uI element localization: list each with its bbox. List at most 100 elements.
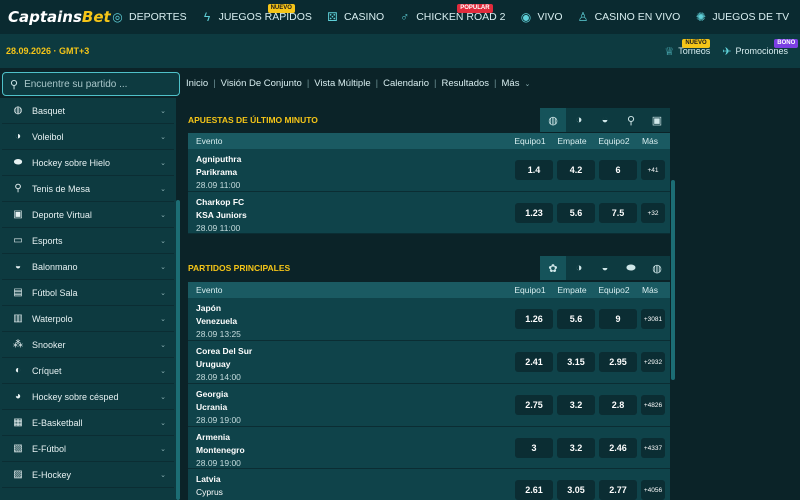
- volleyball-icon[interactable]: ◒: [592, 256, 618, 280]
- nav-deportes[interactable]: ◎ DEPORTES: [104, 0, 194, 34]
- odd-team2[interactable]: 2.46: [599, 438, 637, 458]
- nav-juegos-de-tv[interactable]: ✺ JUEGOS DE TV: [687, 0, 796, 34]
- chevron-down-icon: ⌄: [160, 419, 166, 427]
- sidebar-item-waterpolo[interactable]: ▥ Waterpolo ⌄: [2, 306, 174, 332]
- crumb-vista-multiple[interactable]: Vista Múltiple: [314, 78, 370, 89]
- odd-team2[interactable]: 2.8: [599, 395, 637, 415]
- sidebar-item-esports[interactable]: ▭ Esports ⌄: [2, 228, 174, 254]
- puck-icon[interactable]: ⬬: [618, 256, 644, 280]
- tennis-icon[interactable]: ◍: [644, 256, 670, 280]
- volleyball-icon[interactable]: ◒: [592, 108, 618, 132]
- sidebar-item-label: Esports: [32, 235, 63, 246]
- team-home: Japón: [196, 303, 222, 313]
- odd-draw[interactable]: 4.2: [557, 160, 595, 180]
- odd-draw[interactable]: 3.2: [557, 395, 595, 415]
- sidebar-item-snooker[interactable]: ⁂ Snooker ⌄: [2, 332, 174, 358]
- odd-draw[interactable]: 5.6: [557, 203, 595, 223]
- sidebar-item-tenis-mesa[interactable]: ⚲ Tenis de Mesa ⌄: [2, 176, 174, 202]
- odd-team1[interactable]: 3: [515, 438, 553, 458]
- chevron-down-icon[interactable]: ⌄: [524, 80, 530, 88]
- odd-team1[interactable]: 1.4: [515, 160, 553, 180]
- basketball-icon[interactable]: ◍: [540, 108, 566, 132]
- table-row[interactable]: Latvia Cyprus 2.61 3.05 2.77 +4056: [188, 469, 670, 500]
- tournaments-link[interactable]: ♕ Torneos NUEVO: [664, 38, 711, 58]
- brand-logo[interactable]: CaptainsBet: [8, 8, 111, 26]
- crumb-separator: |: [306, 78, 310, 89]
- virtual-icon[interactable]: ▣: [644, 108, 670, 132]
- odd-team1[interactable]: 2.61: [515, 480, 553, 500]
- crumb-calendario[interactable]: Calendario: [383, 78, 429, 89]
- team-home: Agniputhra: [196, 154, 242, 164]
- sidebar-item-label: Deporte Virtual: [32, 209, 92, 220]
- tournaments-label: Torneos: [678, 46, 711, 56]
- odd-draw[interactable]: 3.05: [557, 480, 595, 500]
- sidebar-item-basquet[interactable]: ◍ Basquet ⌄: [2, 98, 174, 124]
- table-row[interactable]: Georgia Ucrania 28.09 19:00 2.75 3.2 2.8…: [188, 384, 670, 427]
- nav-chicken-road[interactable]: ♂ CHICKEN ROAD 2 POPULAR: [391, 0, 512, 34]
- odd-draw[interactable]: 3.15: [557, 352, 595, 372]
- crumb-inicio[interactable]: Inicio: [186, 78, 208, 89]
- nav-label: JUEGOS DE TV: [712, 11, 790, 23]
- dice-icon: ⚄: [327, 9, 338, 24]
- odd-team2[interactable]: 2.77: [599, 480, 637, 500]
- crumb-vision-de-conjunto[interactable]: Visión De Conjunto: [221, 78, 302, 89]
- table-row[interactable]: Japón Venezuela 28.09 13:25 1.26 5.6 9 +…: [188, 298, 670, 341]
- odd-team1[interactable]: 1.26: [515, 309, 553, 329]
- table-row[interactable]: Corea Del Sur Uruguay 28.09 14:00 2.41 3…: [188, 341, 670, 384]
- odd-team2[interactable]: 7.5: [599, 203, 637, 223]
- sidebar-item-deporte-virtual[interactable]: ▣ Deporte Virtual ⌄: [2, 202, 174, 228]
- more-markets-button[interactable]: +3081: [641, 309, 665, 329]
- event-date: 28.09 13:25: [196, 329, 241, 339]
- sidebar-item-e-basketball[interactable]: ▦ E-Basketball ⌄: [2, 410, 174, 436]
- crumb-resultados[interactable]: Resultados: [442, 78, 490, 89]
- col-event: Evento: [196, 136, 223, 146]
- snooker-icon: ⁂: [13, 338, 23, 350]
- odd-team2[interactable]: 2.95: [599, 352, 637, 372]
- sidebar-scrollbar[interactable]: [176, 200, 180, 500]
- odd-team2[interactable]: 6: [599, 160, 637, 180]
- team-home: Charkop FC: [196, 197, 245, 207]
- sidebar-item-e-futbol[interactable]: ▧ E-Fútbol ⌄: [2, 436, 174, 462]
- volleyball-icon[interactable]: ◑: [566, 108, 592, 132]
- team-home: Corea Del Sur: [196, 346, 253, 356]
- soccer-icon[interactable]: ✿: [540, 256, 566, 280]
- sidebar-item-hockey-cesped[interactable]: ◕ Hockey sobre césped ⌄: [2, 384, 174, 410]
- search-input[interactable]: [24, 78, 175, 90]
- sidebar-item-criquet[interactable]: ◐ Críquet ⌄: [2, 358, 174, 384]
- odd-draw[interactable]: 3.2: [557, 438, 595, 458]
- crumb-separator: |: [213, 78, 216, 89]
- nav-label: CASINO: [343, 11, 385, 23]
- table-row[interactable]: Agniputhra Parikrama 28.09 11:00 1.4 4.2…: [188, 149, 670, 192]
- main-scrollbar[interactable]: [671, 180, 675, 380]
- panel-title: PARTIDOS PRINCIPALES: [188, 263, 291, 273]
- sidebar-item-futbol-sala[interactable]: ▤ Fútbol Sala ⌄: [2, 280, 174, 306]
- more-markets-button[interactable]: +41: [641, 160, 665, 180]
- odd-team2[interactable]: 9: [599, 309, 637, 329]
- more-markets-button[interactable]: +2932: [641, 352, 665, 372]
- more-markets-button[interactable]: +32: [641, 203, 665, 223]
- odd-team1[interactable]: 2.41: [515, 352, 553, 372]
- crumb-mas[interactable]: Más: [502, 78, 520, 89]
- col-draw: Empate: [557, 136, 587, 146]
- sidebar-item-hockey-hielo[interactable]: ⬬ Hockey sobre Hielo ⌄: [2, 150, 174, 176]
- promotions-link[interactable]: ✈ Promociones BONO: [722, 38, 799, 58]
- nav-juegos-rapidos[interactable]: ϟ JUEGOS RÁPIDOS NUEVO: [194, 0, 319, 34]
- table-row[interactable]: Armenia Montenegro 28.09 19:00 3 3.2 2.4…: [188, 427, 670, 469]
- nav-vivo[interactable]: ◉ VIVO: [512, 0, 569, 34]
- more-markets-button[interactable]: +4056: [641, 480, 665, 500]
- paddle-icon[interactable]: ⚲: [618, 108, 644, 132]
- nav-casino[interactable]: ⚄ CASINO: [319, 0, 391, 34]
- more-markets-button[interactable]: +4826: [641, 395, 665, 415]
- odd-team1[interactable]: 1.23: [515, 203, 553, 223]
- ebasketball-icon: ▦: [13, 416, 23, 428]
- odd-team1[interactable]: 2.75: [515, 395, 553, 415]
- nav-casino-en-vivo[interactable]: ♙ CASINO EN VIVO: [570, 0, 688, 34]
- table-row[interactable]: Charkop FC KSA Juniors 28.09 11:00 1.23 …: [188, 192, 670, 234]
- sidebar-item-voleibol[interactable]: ◑ Voleibol ⌄: [2, 124, 174, 150]
- odd-draw[interactable]: 5.6: [557, 309, 595, 329]
- volleyball-icon[interactable]: ◑: [566, 256, 592, 280]
- sidebar-item-e-hockey[interactable]: ▨ E-Hockey ⌄: [2, 462, 174, 488]
- sidebar-item-balonmano[interactable]: ◒ Balonmano ⌄: [2, 254, 174, 280]
- panel-header: PARTIDOS PRINCIPALES ✿ ◑ ◒ ⬬ ◍: [188, 256, 670, 280]
- more-markets-button[interactable]: +4337: [641, 438, 665, 458]
